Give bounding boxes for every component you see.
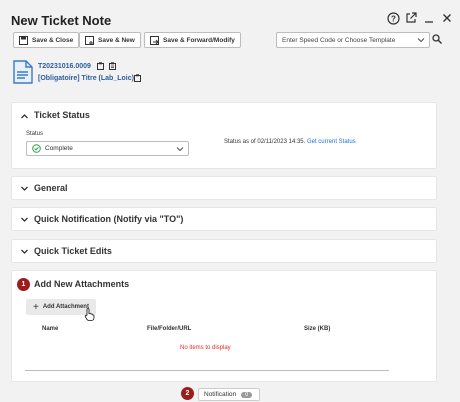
speed-code-select[interactable]: Enter Speed Code or Choose Template: [276, 32, 430, 48]
save-forward-button[interactable]: Save & Forward/Modify: [144, 32, 241, 48]
search-icon[interactable]: [432, 34, 442, 44]
svg-text:?: ?: [391, 14, 396, 23]
save-new-button[interactable]: Save & New: [79, 32, 141, 48]
status-as-of: Status as of 02/11/2023 14:35.: [224, 139, 306, 145]
window-controls: ?: [386, 11, 454, 25]
help-icon[interactable]: ?: [386, 11, 400, 25]
status-select[interactable]: Complete: [26, 141, 189, 156]
quick-notification-title: Quick Notification (Notify via "TO"): [34, 214, 184, 224]
general-title: General: [34, 183, 68, 193]
table-divider: [25, 370, 389, 371]
col-file-folder-url[interactable]: File/Folder/URL: [147, 326, 191, 332]
chevron-down-icon: [21, 249, 28, 254]
step-marker-2: 2: [181, 387, 194, 400]
get-current-status-link[interactable]: Get current Status: [307, 139, 356, 145]
speed-code-placeholder: Enter Speed Code or Choose Template: [282, 36, 396, 44]
ticket-number[interactable]: T20231016.0009: [38, 63, 91, 70]
col-name[interactable]: Name: [42, 326, 58, 332]
quick-notification-section[interactable]: Quick Notification (Notify via "TO"): [11, 207, 437, 231]
chevron-down-icon: [21, 186, 28, 191]
save-close-label: Save & Close: [32, 36, 74, 44]
clipboard-icon[interactable]: [109, 62, 116, 70]
ticket-title[interactable]: [Obligatoire] Titre (Lab_Loic): [38, 75, 134, 82]
chevron-down-icon: [21, 217, 28, 222]
window-title: New Ticket Note: [11, 13, 112, 28]
save-new-label: Save & New: [98, 36, 135, 44]
empty-message: No items to display: [180, 345, 231, 351]
close-icon[interactable]: [440, 11, 454, 25]
copy-icon[interactable]: [97, 62, 104, 70]
col-size[interactable]: Size (KB): [304, 326, 330, 332]
ticket-document-icon: [13, 60, 33, 84]
chevron-up-icon[interactable]: [20, 112, 29, 121]
notification-tab[interactable]: Notification 0: [198, 388, 260, 401]
copy-title-icon[interactable]: [134, 74, 141, 82]
attachments-title: Add New Attachments: [34, 279, 130, 289]
status-label: Status: [26, 131, 44, 137]
step-marker-1: 1: [17, 278, 30, 291]
save-forward-icon: [150, 35, 159, 45]
ticket-status-title[interactable]: Ticket Status: [34, 110, 90, 120]
popout-icon[interactable]: [404, 11, 418, 25]
notification-count: 0: [241, 391, 253, 398]
save-forward-label: Save & Forward/Modify: [163, 36, 235, 44]
status-timestamp: Status as of 02/11/2023 14:35. Get curre…: [224, 139, 356, 145]
save-new-icon: [85, 35, 94, 45]
check-circle-icon: [32, 144, 41, 153]
plus-icon: +: [33, 301, 39, 313]
hand-cursor-icon: [84, 308, 95, 321]
chevron-down-icon: [417, 38, 425, 43]
general-section[interactable]: General: [11, 176, 437, 200]
quick-edits-title: Quick Ticket Edits: [34, 246, 112, 256]
attachments-section: Add New Attachments: [11, 270, 437, 382]
quick-edits-section[interactable]: Quick Ticket Edits: [11, 239, 437, 263]
status-value: Complete: [45, 145, 73, 152]
save-close-button[interactable]: Save & Close: [13, 32, 80, 48]
chevron-down-icon: [176, 147, 184, 152]
add-attachment-label: Add Attachment: [42, 304, 89, 310]
notification-label: Notification: [204, 391, 237, 398]
minimize-icon[interactable]: [422, 11, 436, 25]
ticket-status-section: Ticket Status: [11, 102, 437, 169]
save-close-icon: [19, 35, 28, 45]
